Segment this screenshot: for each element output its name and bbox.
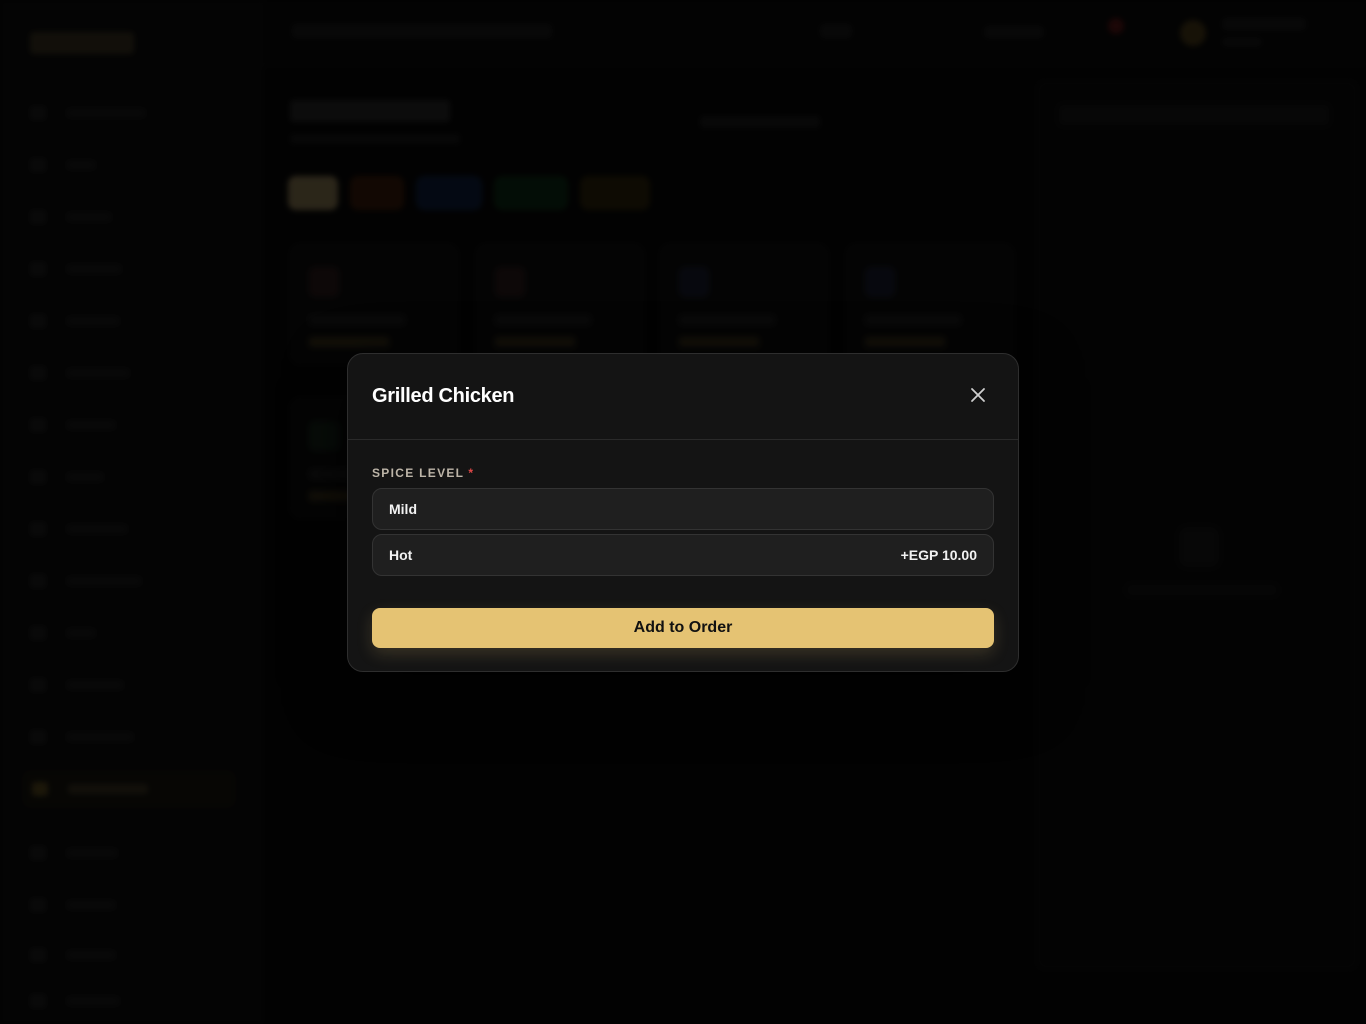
modifier-group-name: SPICE LEVEL (372, 466, 465, 480)
item-options-modal: Grilled Chicken SPICE LEVEL * Mild Hot +E… (347, 353, 1019, 672)
modifier-option-mild[interactable]: Mild (372, 488, 994, 530)
option-price: +EGP 10.00 (900, 547, 977, 563)
add-to-order-button[interactable]: Add to Order (372, 608, 994, 648)
modifier-option-hot[interactable]: Hot +EGP 10.00 (372, 534, 994, 576)
close-icon (971, 388, 985, 402)
modal-title: Grilled Chicken (372, 385, 515, 407)
close-button[interactable] (968, 385, 988, 405)
modifier-group-label: SPICE LEVEL * (372, 466, 994, 480)
required-marker: * (468, 466, 475, 480)
modal-body: SPICE LEVEL * Mild Hot +EGP 10.00 Add to … (348, 440, 1018, 648)
option-name: Hot (389, 547, 413, 563)
option-name: Mild (389, 501, 417, 517)
modal-header: Grilled Chicken (348, 354, 1018, 440)
